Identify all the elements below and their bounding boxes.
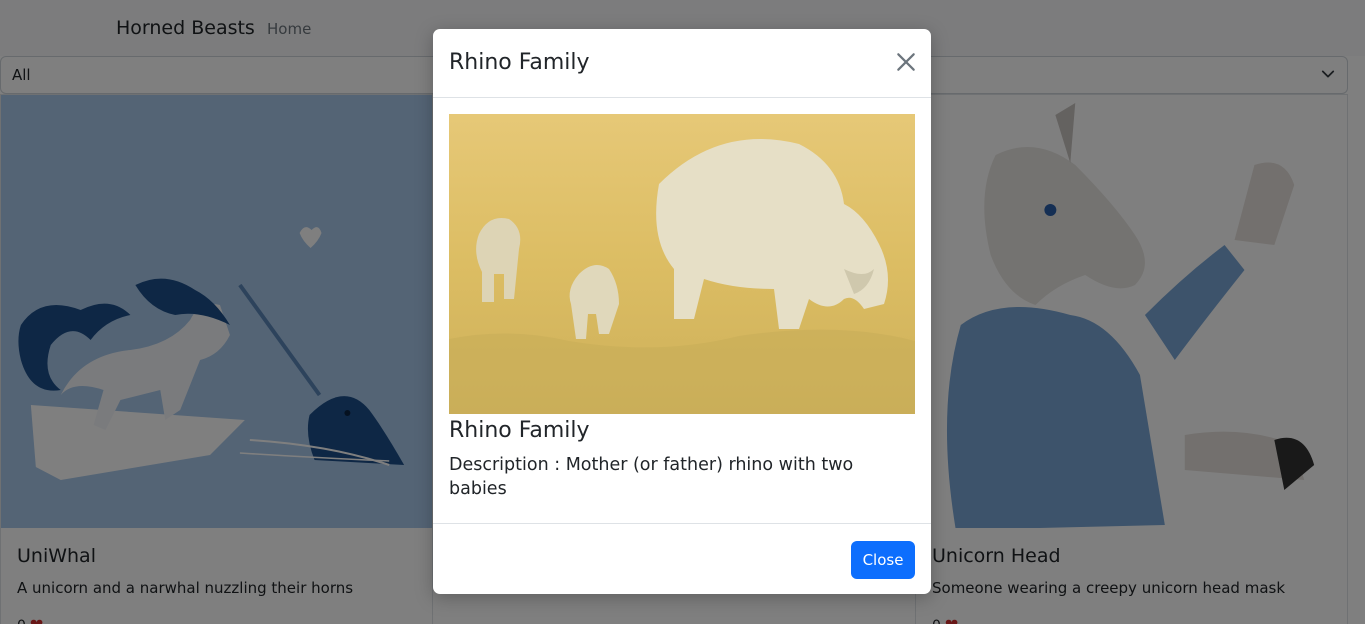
- close-icon[interactable]: [895, 51, 917, 73]
- modal-header: Rhino Family: [433, 29, 931, 98]
- rhino-family-image: [449, 114, 915, 414]
- beast-description: Description : Mother (or father) rhino w…: [449, 455, 854, 499]
- beast-modal: Rhino Family Rhino Family Description : …: [433, 29, 931, 594]
- modal-body: Rhino Family Description : Mother (or fa…: [449, 114, 915, 501]
- modal-title: Rhino Family: [449, 50, 590, 75]
- beast-title: Rhino Family: [449, 418, 590, 443]
- modal-footer: Close: [433, 523, 931, 594]
- close-button[interactable]: Close: [851, 541, 915, 579]
